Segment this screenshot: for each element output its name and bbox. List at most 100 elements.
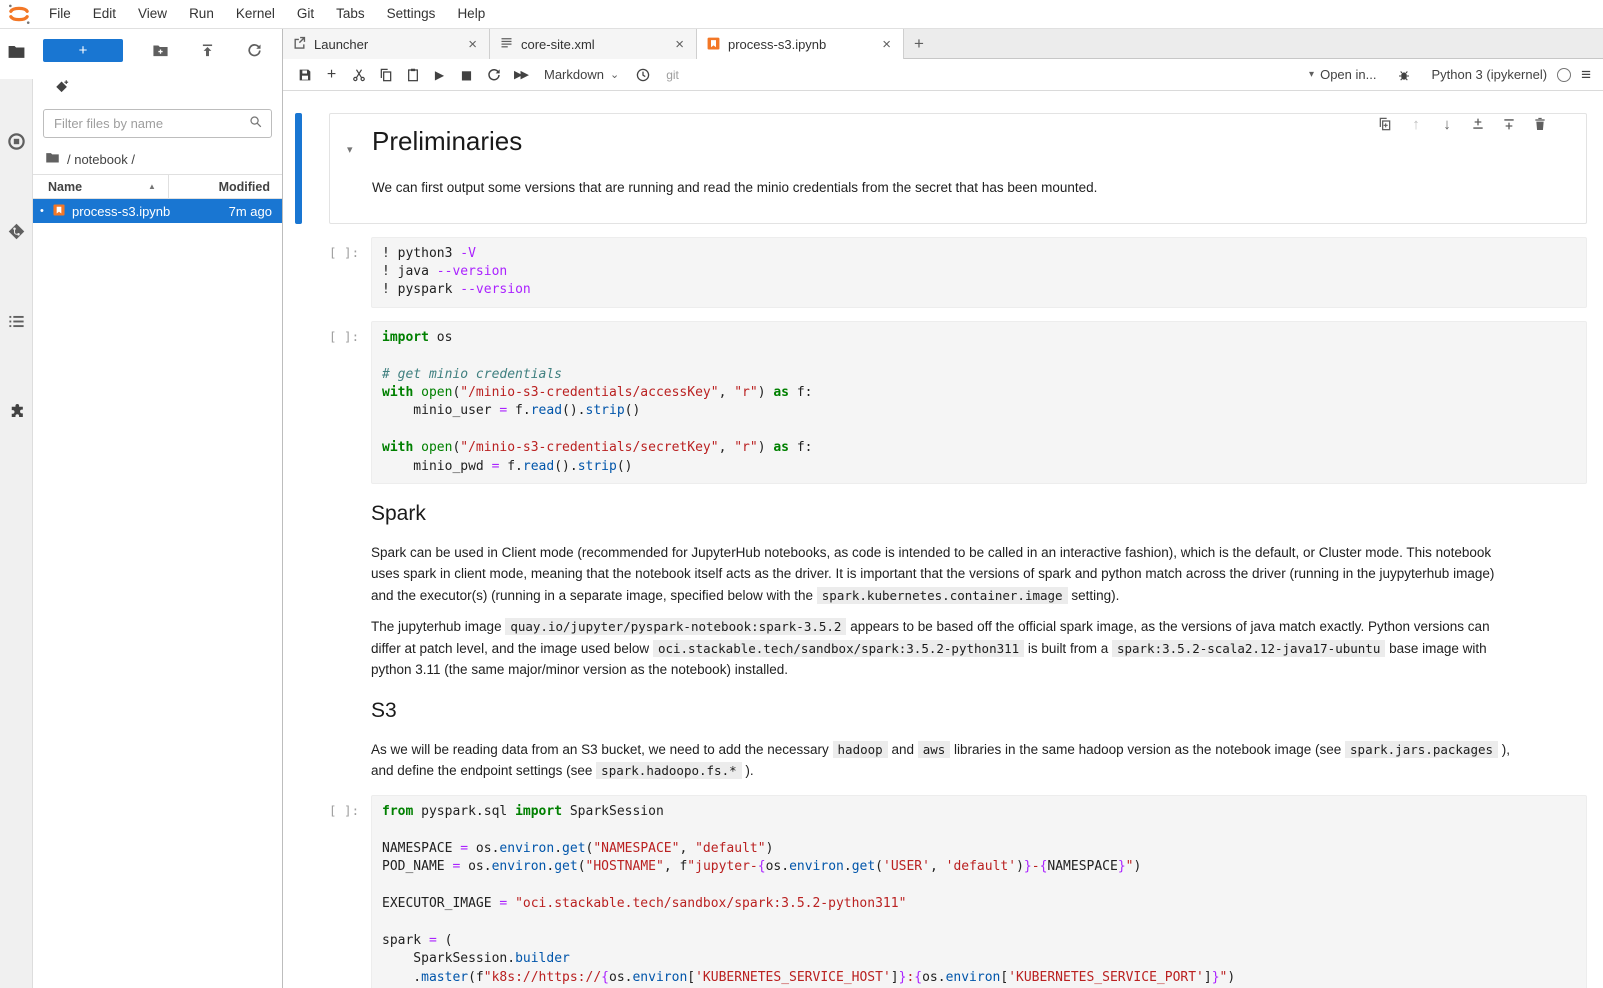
table-of-contents-rail-button[interactable] — [0, 299, 33, 349]
paste-cells-button[interactable] — [399, 63, 426, 87]
save-button[interactable] — [291, 63, 318, 87]
code-line — [382, 913, 1576, 931]
git-icon — [7, 222, 26, 246]
cell-collapser[interactable] — [295, 699, 302, 782]
delete-cell-button[interactable] — [1529, 113, 1551, 135]
refresh-icon[interactable] — [244, 40, 264, 60]
running-sessions-rail-button[interactable] — [0, 119, 33, 169]
text-segment: ). — [742, 763, 754, 778]
menu-help[interactable]: Help — [446, 6, 496, 21]
folder-icon — [45, 150, 60, 168]
code-editor[interactable]: ! python3 -V! java --version! pyspark --… — [371, 237, 1587, 308]
column-modified[interactable]: Modified — [219, 180, 282, 194]
file-browser-rail-button[interactable] — [0, 29, 33, 79]
tab-process-s3-ipynb[interactable]: process-s3.ipynb × — [697, 29, 904, 60]
inline-code: spark:3.5.2-scala2.12-java17-ubuntu — [1112, 640, 1385, 657]
breadcrumb-path: / notebook / — [67, 152, 135, 167]
markdown-heading: Spark — [371, 502, 1587, 526]
close-icon[interactable]: × — [879, 36, 894, 53]
code-line: ! pyspark --version — [382, 281, 1576, 299]
collapse-heading-caret[interactable]: ▾ — [347, 143, 353, 156]
stop-kernel-button[interactable]: ■ — [453, 63, 480, 87]
restart-run-all-button[interactable]: ▶▶ — [507, 63, 534, 87]
insert-cell-above-button[interactable] — [1467, 113, 1489, 135]
upload-icon[interactable] — [197, 40, 217, 60]
filter-files-input[interactable] — [52, 115, 248, 132]
kernel-name[interactable]: Python 3 (ipykernel) — [1431, 67, 1547, 82]
cell-collapser[interactable] — [295, 321, 302, 484]
git-rail-button[interactable] — [0, 209, 33, 259]
copy-cells-button[interactable] — [372, 63, 399, 87]
cell-collapser[interactable] — [295, 795, 302, 988]
menu-edit[interactable]: Edit — [82, 6, 127, 21]
code-line — [382, 347, 1576, 365]
git-clone-button[interactable] — [55, 79, 70, 99]
open-in-dropdown[interactable]: ▾ Open in... — [1309, 67, 1376, 82]
code-line: SparkSession.builder — [382, 950, 1576, 968]
menu-tabs[interactable]: Tabs — [325, 6, 376, 21]
menu-run[interactable]: Run — [178, 6, 225, 21]
close-icon[interactable]: × — [672, 36, 687, 53]
unsaved-dot-icon: • — [40, 205, 50, 217]
cell-type-dropdown[interactable]: Markdown ⌄ — [544, 67, 619, 82]
column-name[interactable]: Name — [33, 180, 82, 194]
move-cell-up-button[interactable]: ↑ — [1405, 113, 1427, 135]
menu-git[interactable]: Git — [286, 6, 325, 21]
tab-launcher[interactable]: Launcher × — [283, 29, 490, 59]
menu-kernel[interactable]: Kernel — [225, 6, 286, 21]
menu-file[interactable]: File — [38, 6, 82, 21]
cell-collapser[interactable] — [295, 237, 302, 308]
chevron-down-icon: ⌄ — [610, 68, 619, 81]
insert-cell-below-button[interactable] — [1498, 113, 1520, 135]
extensions-rail-button[interactable] — [0, 389, 33, 439]
jupyter-logo-icon — [6, 3, 32, 25]
kernel-status-icon — [1557, 68, 1571, 82]
cell-prompt: [ ]: — [329, 803, 359, 818]
cut-cells-button[interactable] — [345, 63, 372, 87]
hamburger-menu-icon[interactable]: ≡ — [1581, 65, 1591, 85]
code-editor[interactable]: from pyspark.sql import SparkSession NAM… — [371, 795, 1587, 988]
file-row[interactable]: • process-s3.ipynb7m ago — [33, 199, 282, 223]
code-cell[interactable]: [ ]:import os # get minio credentialswit… — [283, 321, 1603, 484]
tab-label: Launcher — [314, 37, 458, 52]
run-cell-button[interactable]: ▶ — [426, 63, 453, 87]
file-name: process-s3.ipynb — [72, 204, 229, 219]
menubar-items: FileEditViewRunKernelGitTabsSettingsHelp — [38, 0, 496, 28]
file-browser-toolbar: + — [33, 29, 282, 71]
code-line — [382, 421, 1576, 439]
new-tab-button[interactable]: + — [904, 29, 934, 58]
cell-collapser[interactable] — [295, 113, 302, 224]
code-editor[interactable]: import os # get minio credentialswith op… — [371, 321, 1587, 484]
code-line — [382, 821, 1576, 839]
markdown-cell[interactable]: S3As we will be reading data from an S3 … — [283, 699, 1603, 782]
code-cell[interactable]: [ ]: from pyspark.sql import SparkSession… — [283, 795, 1603, 988]
tab-label: process-s3.ipynb — [728, 37, 872, 52]
code-line: ! java --version — [382, 263, 1576, 281]
debugger-bug-button[interactable] — [1390, 63, 1417, 87]
markdown-cell[interactable]: SparkSpark can be used in Client mode (r… — [283, 502, 1603, 681]
menu-view[interactable]: View — [127, 6, 178, 21]
tab-bar: Launcher × core-site.xml × process-s3.ip… — [283, 29, 1603, 59]
new-folder-button[interactable] — [150, 40, 170, 60]
tab-core-site-xml[interactable]: core-site.xml × — [490, 29, 697, 59]
inline-code: spark.kubernetes.container.image — [817, 587, 1068, 604]
new-launcher-button[interactable]: + — [43, 39, 123, 62]
launcher-icon — [292, 35, 307, 53]
code-line: import os — [382, 329, 1576, 347]
restart-kernel-button[interactable] — [480, 63, 507, 87]
inline-code: spark.jars.packages — [1345, 741, 1498, 758]
move-cell-down-button[interactable]: ↓ — [1436, 113, 1458, 135]
code-line: from pyspark.sql import SparkSession — [382, 803, 1576, 821]
file-list: • process-s3.ipynb7m ago — [33, 199, 282, 223]
breadcrumb[interactable]: / notebook / — [33, 144, 282, 174]
history-button[interactable] — [629, 63, 656, 87]
file-modified: 7m ago — [229, 204, 282, 219]
insert-cell-button[interactable]: + — [318, 63, 345, 87]
close-icon[interactable]: × — [465, 36, 480, 53]
code-cell[interactable]: [ ]:! python3 -V! java --version! pyspar… — [283, 237, 1603, 308]
duplicate-cell-button[interactable] — [1374, 113, 1396, 135]
code-line: .master(f"k8s://https://{os.environ['KUB… — [382, 969, 1576, 987]
cell-collapser[interactable] — [295, 502, 302, 681]
menu-settings[interactable]: Settings — [376, 6, 447, 21]
inline-code: hadoop — [833, 741, 888, 758]
